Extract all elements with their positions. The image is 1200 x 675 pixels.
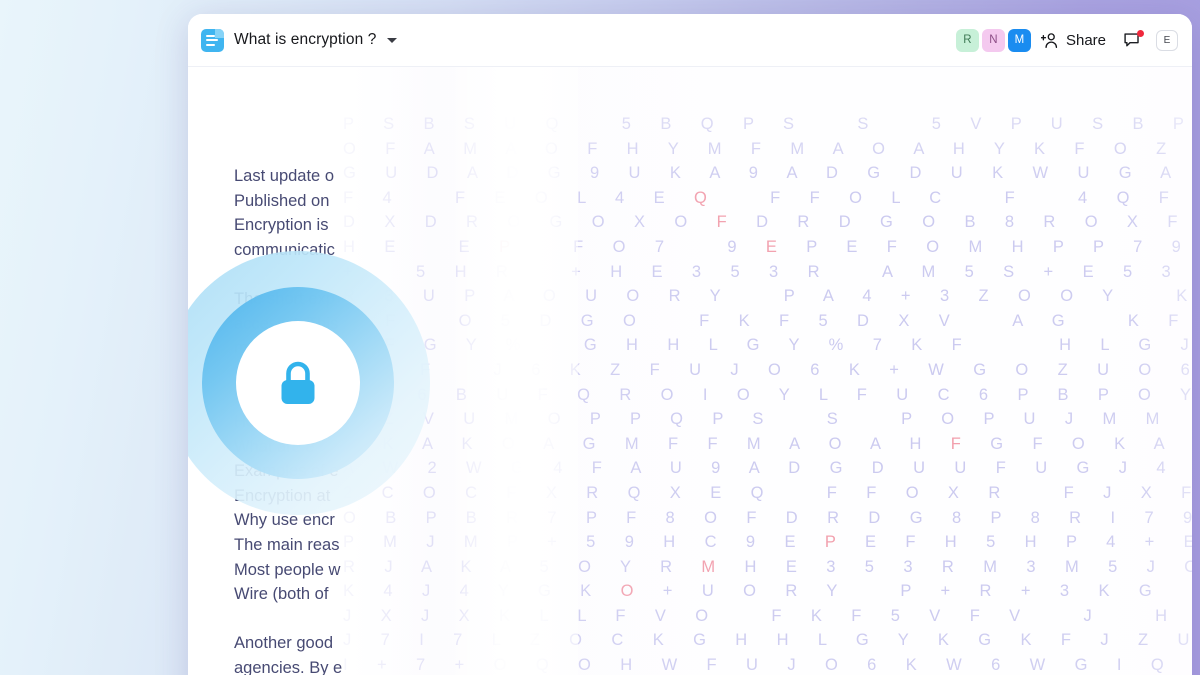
collaborator-avatars: R N M <box>956 29 1031 52</box>
add-person-icon <box>1041 32 1059 49</box>
document-line: Why use encr <box>234 508 494 533</box>
document-line: Why us <box>234 385 494 410</box>
document-text: Last update oPublished onEncryption isco… <box>234 67 494 675</box>
document-line: more to it th <box>234 336 494 361</box>
comments-button[interactable] <box>1123 31 1142 50</box>
document-line: The short exp <box>234 287 494 312</box>
document-line: Published on <box>234 189 494 214</box>
document-line: Wire (both of <box>234 582 494 607</box>
document-paragraph: Why usHow encWhat are eExamples of eEncr… <box>234 385 494 606</box>
document-line: Encryption is <box>234 213 494 238</box>
document-body: P S B S U Q 5 B Q P S S 5 V P U S B P S … <box>188 67 1192 675</box>
document-line: Another good <box>234 631 494 656</box>
app-window: What is encryption ? R N M Share <box>188 14 1192 675</box>
share-button[interactable]: Share <box>1041 32 1106 49</box>
document-line: The main reas <box>234 533 494 558</box>
document-paragraph: The short expaccess it. Thismore to it t… <box>234 287 494 361</box>
chevron-down-icon[interactable] <box>387 38 397 43</box>
document-paragraph: Last update oPublished onEncryption isco… <box>234 164 494 262</box>
document-line: agencies. By e <box>234 656 494 675</box>
document-line: Last update o <box>234 164 494 189</box>
document-line: Examples of e <box>234 459 494 484</box>
document-icon <box>201 29 224 52</box>
editor-mode-button[interactable]: E <box>1156 30 1178 51</box>
share-label: Share <box>1066 32 1106 49</box>
document-line: access it. This <box>234 312 494 337</box>
desktop-background: What is encryption ? R N M Share <box>0 0 1200 675</box>
page-title[interactable]: What is encryption ? <box>234 31 376 49</box>
avatar[interactable]: N <box>982 29 1005 52</box>
notification-dot <box>1137 30 1144 37</box>
document-line: How enc <box>234 410 494 435</box>
avatar[interactable]: R <box>956 29 979 52</box>
document-line: Encryption at <box>234 484 494 509</box>
document-line: What are e <box>234 435 494 460</box>
document-line: Most people w <box>234 558 494 583</box>
avatar[interactable]: M <box>1008 29 1031 52</box>
document-paragraph: Another goodagencies. By ethem. Anotheli… <box>234 631 494 675</box>
document-line: communicatic <box>234 238 494 263</box>
window-header: What is encryption ? R N M Share <box>188 14 1192 67</box>
